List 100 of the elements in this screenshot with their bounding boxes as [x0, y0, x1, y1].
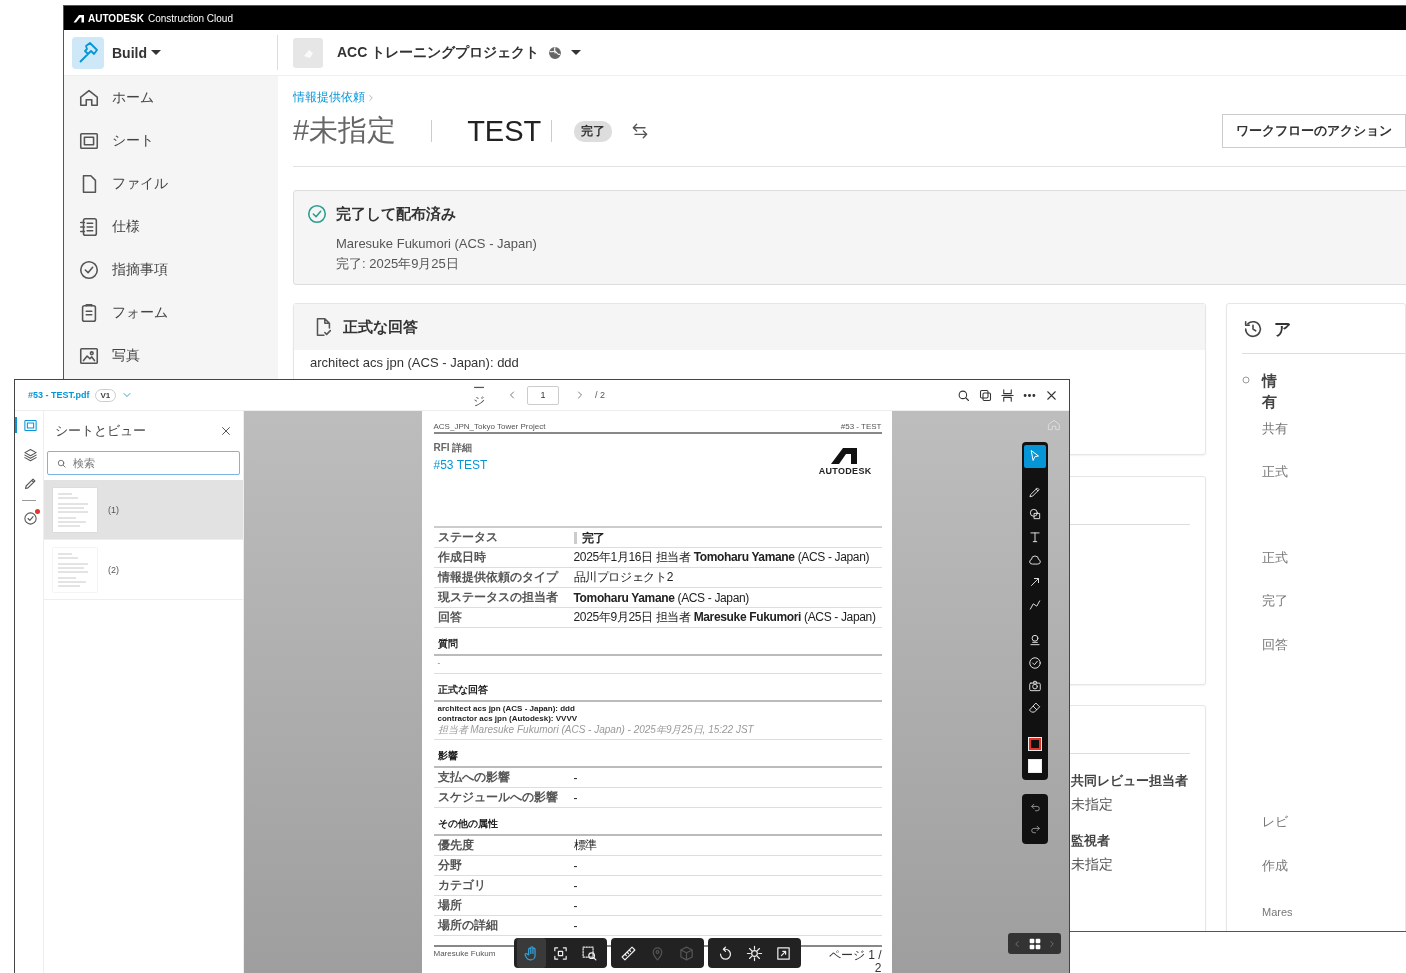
- document-reference: #53 - TEST: [840, 422, 882, 431]
- activity-label: 正式: [1261, 549, 1289, 567]
- search-icon: [56, 458, 67, 469]
- row-label: 場所の詳細: [437, 917, 499, 934]
- section-heading: その他の属性: [433, 817, 882, 836]
- check-circle-icon: [78, 258, 100, 281]
- project-thumbnail: [293, 37, 323, 68]
- card-title: ア: [1274, 318, 1291, 341]
- activity-label: レビ: [1261, 813, 1289, 831]
- page-number: ページ 1 / 2: [827, 949, 882, 973]
- layers-icon: [22, 446, 38, 462]
- sidebar-item[interactable]: シート: [64, 119, 278, 162]
- status-badge: 完了: [574, 120, 613, 142]
- activity-label: 作成: [1261, 857, 1289, 875]
- sidebar-item[interactable]: 写真: [64, 334, 278, 377]
- page-input[interactable]: 1: [527, 385, 559, 405]
- caret-icon: [151, 50, 161, 55]
- history-icon: [1242, 318, 1264, 340]
- project-dropdown[interactable]: ACC トレーニングプロジェクト: [337, 43, 582, 62]
- rfi-number: #未指定: [293, 113, 397, 148]
- sidebar-item[interactable]: 指摘事項: [64, 248, 278, 291]
- row-label: 支払への影響: [437, 769, 511, 786]
- rfi-title: TEST: [467, 114, 542, 148]
- text-icon: [1028, 530, 1042, 545]
- row-value: -: [573, 878, 578, 893]
- activity-title: 情: [1262, 371, 1278, 391]
- row-value: 標準: [573, 837, 597, 854]
- response-meta: 担当者 Maresuke Fukumori (ACS - Japan) - 2025年9月25日, 15:22 JST: [437, 724, 755, 736]
- shapes-icon: [1028, 507, 1042, 522]
- module-dropdown[interactable]: Build: [112, 44, 161, 61]
- status-value: 完了: [573, 531, 605, 544]
- response-text: architect acs jpn (ACS - Japan): ddd: [309, 354, 520, 370]
- page-count: / 2: [595, 390, 605, 400]
- split-view-icon[interactable]: [1000, 387, 1015, 403]
- field-label: 共同レビュー担当者: [1071, 772, 1189, 790]
- response-line: architect acs jpn (ACS - Japan): ddd: [437, 704, 576, 714]
- field-label: 監視者: [1071, 832, 1111, 850]
- activity-detail: 共有: [1262, 420, 1288, 438]
- row-label: 優先度: [437, 837, 475, 854]
- row-value: Tomoharu Yamane (ACS - Japan): [573, 590, 749, 605]
- activity-label: 回答: [1261, 636, 1289, 654]
- page-thumbnail: [53, 487, 97, 532]
- row-label: 場所: [437, 897, 463, 914]
- product-name: Construction Cloud: [147, 12, 233, 24]
- stamp-icon: [1028, 633, 1042, 648]
- sidebar-item[interactable]: ファイル: [64, 162, 278, 205]
- section-heading: 質問: [433, 637, 882, 656]
- row-label: 回答: [437, 609, 463, 626]
- check-circle-icon: [22, 510, 38, 526]
- status-title: 完了して配布済み: [336, 204, 456, 224]
- row-value: -: [573, 770, 578, 785]
- section-text: -: [433, 656, 882, 674]
- sheet-item[interactable]: (2): [44, 540, 243, 600]
- activity-title: 有: [1262, 392, 1278, 412]
- sidebar-item[interactable]: フォーム: [64, 291, 278, 334]
- check-circle-icon: [306, 203, 328, 225]
- bullet-icon: [1242, 376, 1250, 384]
- page-thumbnail: [53, 547, 97, 592]
- row-label: 分野: [437, 857, 463, 874]
- sheets-icon: [22, 417, 38, 433]
- logo-text: AUTODESK: [818, 466, 872, 476]
- document-project: ACS_JPN_Tokyo Tower Project: [433, 422, 546, 431]
- pen-icon: [1028, 484, 1042, 499]
- row-label: ステータス: [437, 529, 499, 546]
- sheet-item[interactable]: (1): [44, 480, 243, 540]
- status-person: Maresuke Fukumori (ACS - Japan): [336, 235, 538, 253]
- row-label: 情報提供依頼のタイプ: [437, 569, 560, 586]
- hammer-icon[interactable]: [72, 36, 104, 69]
- hand-tool-button[interactable]: [517, 938, 546, 968]
- footer-text: Maresuke Fukum: [433, 949, 496, 958]
- section-heading: 影響: [433, 749, 882, 768]
- cursor-icon: [1028, 449, 1042, 464]
- search-field[interactable]: 検索: [47, 451, 240, 475]
- row-value: -: [573, 858, 578, 873]
- camera-icon: [1028, 678, 1042, 693]
- workflow-actions-button[interactable]: ワークフローのアクション: [1222, 114, 1406, 148]
- cloud-icon: [1028, 552, 1042, 567]
- compare-icon[interactable]: [978, 387, 993, 403]
- status-date: 完了: 2025年9月25日: [336, 255, 460, 273]
- section-heading: 正式な回答: [433, 683, 882, 702]
- sidebar-item[interactable]: 仕様: [64, 205, 278, 248]
- document-kicker: RFI 詳細: [433, 441, 474, 455]
- color-swatch[interactable]: [1028, 758, 1042, 773]
- cursor-tool-button[interactable]: [1024, 445, 1046, 468]
- row-value: -: [573, 898, 578, 913]
- field-value: 未指定: [1071, 796, 1114, 814]
- sidebar-item[interactable]: ホーム: [64, 76, 278, 119]
- polyline-icon: [1028, 597, 1042, 612]
- color-swatch[interactable]: [1028, 736, 1042, 751]
- row-value: 品川プロジェクト2: [573, 569, 674, 586]
- list-icon: [78, 215, 100, 238]
- chevron-right-icon: [366, 92, 376, 103]
- globe-icon: [547, 44, 564, 61]
- row-label: スケジュールへの影響: [437, 789, 559, 806]
- row-value: 2025年9月25日 担当者 Maresuke Fukumori (ACS - Japan): [573, 609, 876, 626]
- row-value: 2025年1月16日 担当者 Tomoharu Yamane (ACS - Japan): [573, 549, 870, 566]
- close-icon[interactable]: [219, 424, 233, 438]
- activity-footer: Mares: [1242, 906, 1405, 918]
- row-value: -: [573, 790, 578, 805]
- file-name: #53 - TEST.pdf: [28, 390, 90, 400]
